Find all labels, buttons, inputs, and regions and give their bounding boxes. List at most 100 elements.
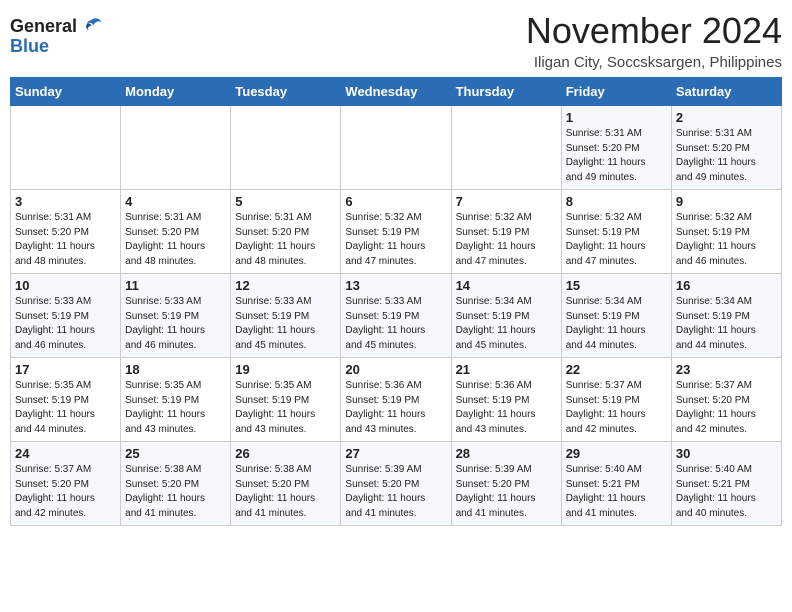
calendar-day-cell: 3 Sunrise: 5:31 AM Sunset: 5:20 PM Daylig… [11,190,121,274]
calendar-day-cell [341,106,451,190]
page-header: General Blue November 2024 Iligan City, … [10,10,782,71]
calendar-day-cell: 9 Sunrise: 5:32 AM Sunset: 5:19 PM Daylig… [671,190,781,274]
day-number: 21 [456,362,557,377]
weekday-header: Monday [121,78,231,106]
day-info: Sunrise: 5:34 AM Sunset: 5:19 PM Dayligh… [566,295,667,353]
calendar-day-cell [11,106,121,190]
day-number: 17 [15,362,116,377]
calendar-day-cell: 20 Sunrise: 5:36 AM Sunset: 5:19 PM Dayli… [341,358,451,442]
calendar-day-cell: 4 Sunrise: 5:31 AM Sunset: 5:20 PM Daylig… [121,190,231,274]
day-number: 14 [456,278,557,293]
weekday-header: Tuesday [231,78,341,106]
day-number: 1 [566,110,667,125]
logo-blue: Blue [10,36,49,57]
calendar-day-cell: 1 Sunrise: 5:31 AM Sunset: 5:20 PM Daylig… [561,106,671,190]
calendar-table: SundayMondayTuesdayWednesdayThursdayFrid… [10,77,782,526]
day-info: Sunrise: 5:39 AM Sunset: 5:20 PM Dayligh… [345,463,446,521]
calendar-day-cell: 15 Sunrise: 5:34 AM Sunset: 5:19 PM Dayli… [561,274,671,358]
weekday-header: Thursday [451,78,561,106]
calendar-day-cell: 16Sunrise: 5:34 AM Sunset: 5:19 PM Dayli… [671,274,781,358]
calendar-day-cell: 22 Sunrise: 5:37 AM Sunset: 5:19 PM Dayli… [561,358,671,442]
day-info: Sunrise: 5:38 AM Sunset: 5:20 PM Dayligh… [235,463,336,521]
calendar-day-cell: 26 Sunrise: 5:38 AM Sunset: 5:20 PM Dayli… [231,442,341,526]
calendar-day-cell: 29Sunrise: 5:40 AM Sunset: 5:21 PM Dayli… [561,442,671,526]
day-info: Sunrise: 5:37 AM Sunset: 5:20 PM Dayligh… [15,463,116,521]
day-info: Sunrise: 5:31 AM Sunset: 5:20 PM Dayligh… [15,211,116,269]
calendar-day-cell: 23 Sunrise: 5:37 AM Sunset: 5:20 PM Dayli… [671,358,781,442]
day-info: Sunrise: 5:33 AM Sunset: 5:19 PM Dayligh… [15,295,116,353]
day-info: Sunrise: 5:31 AM Sunset: 5:20 PM Dayligh… [676,127,777,185]
day-number: 18 [125,362,226,377]
calendar-week-row: 1 Sunrise: 5:31 AM Sunset: 5:20 PM Daylig… [11,106,782,190]
day-info: Sunrise: 5:33 AM Sunset: 5:19 PM Dayligh… [125,295,226,353]
day-info: Sunrise: 5:40 AM Sunset: 5:21 PM Dayligh… [676,463,777,521]
calendar-day-cell: 13Sunrise: 5:33 AM Sunset: 5:19 PM Dayli… [341,274,451,358]
title-block: November 2024 Iligan City, Soccsksargen,… [526,10,782,71]
day-number: 9 [676,194,777,209]
day-info: Sunrise: 5:33 AM Sunset: 5:19 PM Dayligh… [235,295,336,353]
day-info: Sunrise: 5:39 AM Sunset: 5:20 PM Dayligh… [456,463,557,521]
day-number: 15 [566,278,667,293]
day-number: 16 [676,278,777,293]
day-info: Sunrise: 5:35 AM Sunset: 5:19 PM Dayligh… [235,379,336,437]
logo-general: General [10,16,77,37]
day-number: 25 [125,446,226,461]
day-number: 22 [566,362,667,377]
day-number: 11 [125,278,226,293]
day-info: Sunrise: 5:32 AM Sunset: 5:19 PM Dayligh… [676,211,777,269]
day-number: 2 [676,110,777,125]
day-info: Sunrise: 5:37 AM Sunset: 5:20 PM Dayligh… [676,379,777,437]
day-number: 10 [15,278,116,293]
calendar-day-cell: 14 Sunrise: 5:34 AM Sunset: 5:19 PM Dayli… [451,274,561,358]
weekday-header: Friday [561,78,671,106]
day-info: Sunrise: 5:34 AM Sunset: 5:19 PM Dayligh… [456,295,557,353]
day-number: 6 [345,194,446,209]
calendar-day-cell: 8 Sunrise: 5:32 AM Sunset: 5:19 PM Daylig… [561,190,671,274]
month-title: November 2024 [526,10,782,52]
calendar-day-cell: 19 Sunrise: 5:35 AM Sunset: 5:19 PM Dayli… [231,358,341,442]
day-info: Sunrise: 5:32 AM Sunset: 5:19 PM Dayligh… [566,211,667,269]
calendar-week-row: 3 Sunrise: 5:31 AM Sunset: 5:20 PM Daylig… [11,190,782,274]
calendar-day-cell: 30Sunrise: 5:40 AM Sunset: 5:21 PM Dayli… [671,442,781,526]
day-info: Sunrise: 5:32 AM Sunset: 5:19 PM Dayligh… [345,211,446,269]
day-number: 24 [15,446,116,461]
day-info: Sunrise: 5:37 AM Sunset: 5:19 PM Dayligh… [566,379,667,437]
day-number: 5 [235,194,336,209]
calendar-header-row: SundayMondayTuesdayWednesdayThursdayFrid… [11,78,782,106]
day-number: 8 [566,194,667,209]
day-number: 28 [456,446,557,461]
calendar-day-cell: 2 Sunrise: 5:31 AM Sunset: 5:20 PM Daylig… [671,106,781,190]
day-info: Sunrise: 5:31 AM Sunset: 5:20 PM Dayligh… [566,127,667,185]
day-number: 3 [15,194,116,209]
weekday-header: Saturday [671,78,781,106]
calendar-day-cell: 11 Sunrise: 5:33 AM Sunset: 5:19 PM Dayli… [121,274,231,358]
day-number: 19 [235,362,336,377]
calendar-day-cell [231,106,341,190]
day-info: Sunrise: 5:38 AM Sunset: 5:20 PM Dayligh… [125,463,226,521]
day-info: Sunrise: 5:35 AM Sunset: 5:19 PM Dayligh… [15,379,116,437]
day-number: 7 [456,194,557,209]
day-info: Sunrise: 5:36 AM Sunset: 5:19 PM Dayligh… [345,379,446,437]
calendar-day-cell: 7 Sunrise: 5:32 AM Sunset: 5:19 PM Daylig… [451,190,561,274]
calendar-day-cell: 18 Sunrise: 5:35 AM Sunset: 5:19 PM Dayli… [121,358,231,442]
calendar-day-cell: 10 Sunrise: 5:33 AM Sunset: 5:19 PM Dayli… [11,274,121,358]
day-number: 12 [235,278,336,293]
day-number: 23 [676,362,777,377]
logo-bird-icon [79,14,103,38]
calendar-day-cell: 17 Sunrise: 5:35 AM Sunset: 5:19 PM Dayli… [11,358,121,442]
calendar-week-row: 10 Sunrise: 5:33 AM Sunset: 5:19 PM Dayli… [11,274,782,358]
day-number: 20 [345,362,446,377]
day-info: Sunrise: 5:31 AM Sunset: 5:20 PM Dayligh… [125,211,226,269]
calendar-day-cell: 27Sunrise: 5:39 AM Sunset: 5:20 PM Dayli… [341,442,451,526]
day-info: Sunrise: 5:32 AM Sunset: 5:19 PM Dayligh… [456,211,557,269]
day-number: 13 [345,278,446,293]
day-info: Sunrise: 5:40 AM Sunset: 5:21 PM Dayligh… [566,463,667,521]
calendar-day-cell: 5Sunrise: 5:31 AM Sunset: 5:20 PM Daylig… [231,190,341,274]
day-number: 4 [125,194,226,209]
day-info: Sunrise: 5:35 AM Sunset: 5:19 PM Dayligh… [125,379,226,437]
calendar-day-cell: 28 Sunrise: 5:39 AM Sunset: 5:20 PM Dayli… [451,442,561,526]
day-info: Sunrise: 5:36 AM Sunset: 5:19 PM Dayligh… [456,379,557,437]
day-number: 26 [235,446,336,461]
calendar-day-cell: 25 Sunrise: 5:38 AM Sunset: 5:20 PM Dayli… [121,442,231,526]
calendar-day-cell [121,106,231,190]
